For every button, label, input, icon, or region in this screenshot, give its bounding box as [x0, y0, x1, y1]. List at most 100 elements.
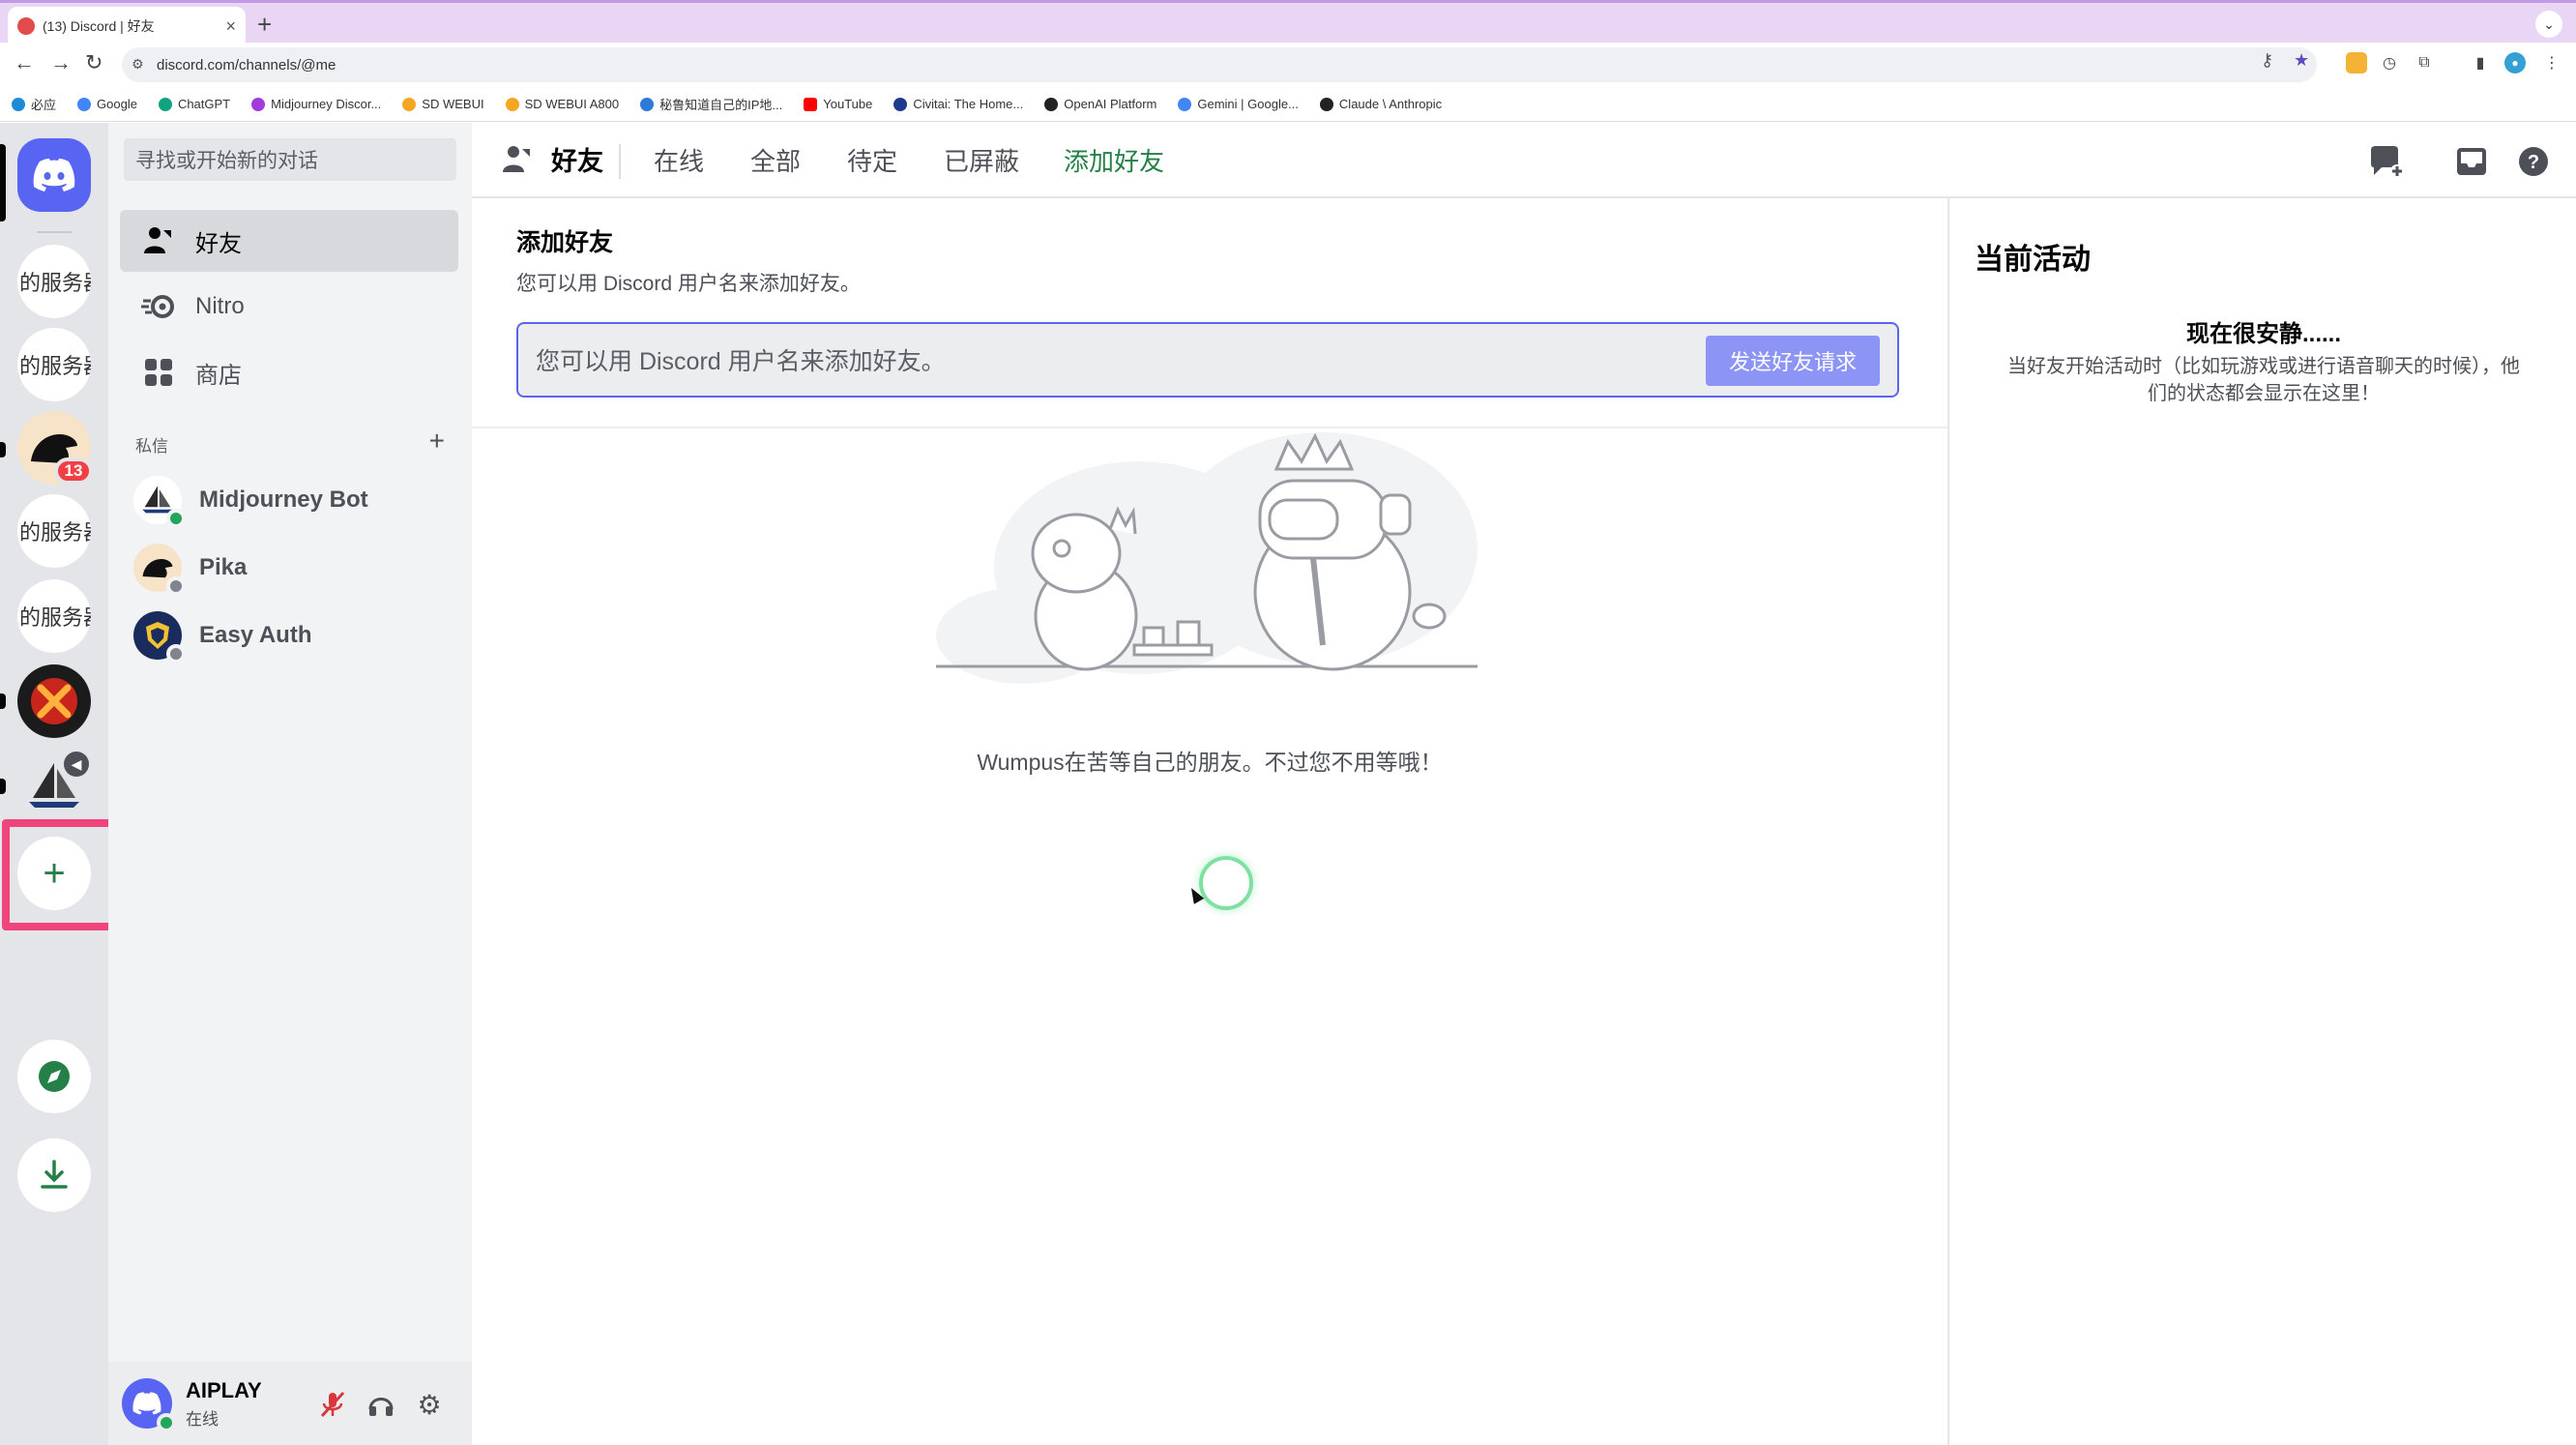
bookmark-item[interactable]: Midjourney Discor...: [251, 97, 381, 111]
tab-search-icon[interactable]: ⌄: [2535, 11, 2562, 38]
user-info[interactable]: AIPLAY 在线: [186, 1378, 262, 1430]
sidebar-item-label: 商店: [195, 362, 242, 389]
new-tab-button[interactable]: +: [257, 11, 272, 38]
download-apps-button[interactable]: [17, 1138, 91, 1212]
tab-add-friend[interactable]: 添加好友: [1064, 142, 1164, 178]
reload-icon[interactable]: ↻: [85, 50, 102, 75]
sidebar-item-friends[interactable]: 好友: [120, 210, 458, 272]
explore-servers-button[interactable]: [17, 1040, 91, 1113]
active-now-empty-description: 当好友开始活动时（比如玩游戏或进行语音聊天的时候），他们的状态都会显示在这里！: [2007, 356, 2520, 404]
profile-avatar-icon[interactable]: ●: [2504, 52, 2526, 74]
friends-main: 好友 在线 全部 待定 已屏蔽 添加好友 ? 添加好友 您可以用 Discord…: [472, 123, 2576, 1445]
sidebar-item-shop[interactable]: 商店: [120, 341, 458, 403]
fire-x-icon: [31, 678, 77, 724]
extension-icon[interactable]: [2346, 52, 2367, 74]
server-label: 的服务器: [19, 605, 91, 630]
back-icon[interactable]: ←: [14, 50, 35, 75]
server-icon[interactable]: 的服务器: [17, 245, 91, 318]
server-icon[interactable]: 的服务器: [17, 579, 91, 653]
discord-logo-icon: [33, 159, 75, 192]
dm-user-name: Midjourney Bot: [199, 487, 368, 513]
browser-tab[interactable]: (13) Discord | 好友 ×: [8, 7, 246, 45]
bookmark-item[interactable]: ChatGPT: [158, 97, 230, 111]
bookmark-label: 秘鲁知道自己的IP地...: [659, 98, 783, 112]
dm-section-label: 私信: [135, 437, 168, 456]
mute-microphone-button[interactable]: [315, 1387, 350, 1422]
tab-title: (13) Discord | 好友: [43, 18, 155, 34]
create-dm-button[interactable]: +: [429, 428, 445, 457]
online-status-icon: [157, 1413, 176, 1432]
site-info-icon[interactable]: ⚙: [132, 56, 144, 73]
bookmark-item[interactable]: OpenAI Platform: [1044, 97, 1156, 111]
bookmark-item[interactable]: Civitai: The Home...: [893, 97, 1023, 111]
browser-toolbar: ← → ↻ ⚙ discord.com/channels/@me ⚷ ★ ◷ ⧉…: [0, 43, 2576, 87]
bookmark-item[interactable]: 秘鲁知道自己的IP地...: [640, 95, 782, 113]
bookmark-icon: [1178, 97, 1192, 111]
bookmark-label: Midjourney Discor...: [271, 97, 382, 111]
direct-messages-button[interactable]: [17, 138, 91, 212]
svg-text:?: ?: [2528, 152, 2539, 173]
dm-section-header: 私信 +: [135, 428, 445, 457]
online-status-icon: [166, 509, 186, 528]
bookmark-icon: [77, 97, 92, 111]
forward-icon[interactable]: →: [50, 50, 72, 75]
send-friend-request-button[interactable]: 发送好友请求: [1706, 336, 1880, 386]
mic-muted-icon: [320, 1391, 345, 1418]
bookmark-item[interactable]: YouTube: [804, 97, 872, 111]
page-title-label: 好友: [551, 147, 603, 176]
new-group-dm-icon: [2371, 146, 2404, 178]
tab-online[interactable]: 在线: [654, 142, 704, 178]
shop-icon: [139, 357, 178, 388]
discord-app: 的服务器 的服务器 13 的服务器 的服务器: [0, 123, 2576, 1445]
dm-user-item[interactable]: Easy Auth: [120, 603, 458, 668]
bookmark-icon: [640, 97, 655, 111]
deafen-button[interactable]: [364, 1387, 398, 1422]
dm-user-item[interactable]: Midjourney Bot: [120, 467, 458, 533]
bookmark-item[interactable]: Gemini | Google...: [1178, 97, 1299, 111]
wumpus-waiting-illustration: [936, 432, 1478, 684]
tab-pending[interactable]: 待定: [847, 142, 897, 178]
extensions-puzzle-icon[interactable]: ⧉: [2414, 52, 2435, 74]
help-button[interactable]: ?: [2514, 142, 2553, 181]
unread-pill: [0, 442, 6, 457]
sidebar-item-nitro[interactable]: Nitro: [120, 276, 458, 338]
close-tab-icon[interactable]: ×: [225, 16, 236, 37]
user-settings-button[interactable]: ⚙: [412, 1387, 447, 1422]
bookmark-label: Google: [97, 97, 137, 111]
inbox-button[interactable]: [2452, 142, 2491, 181]
password-key-icon[interactable]: ⚷: [2261, 50, 2273, 71]
game-server-icon[interactable]: [17, 664, 91, 738]
dm-search-input[interactable]: 寻找或开始新的对话: [124, 138, 456, 181]
history-icon[interactable]: ◷: [2379, 52, 2400, 74]
url-text: discord.com/channels/@me: [157, 56, 337, 74]
tab-blocked[interactable]: 已屏蔽: [944, 142, 1019, 178]
bookmark-label: 必应: [31, 98, 57, 112]
speaker-icon: ◀: [64, 752, 89, 777]
bookmark-icon: [158, 97, 172, 111]
bookmark-item[interactable]: SD WEBUI A800: [505, 97, 619, 111]
bookmark-item[interactable]: 必应: [12, 95, 56, 113]
server-label: 的服务器: [19, 271, 91, 295]
active-now-title: 当前活动: [1975, 244, 2091, 276]
username: AIPLAY: [186, 1377, 262, 1402]
tab-all[interactable]: 全部: [750, 142, 801, 178]
server-icon[interactable]: 的服务器: [17, 494, 91, 568]
sidepanel-icon[interactable]: ▮: [2470, 52, 2491, 74]
server-icon[interactable]: 的服务器: [17, 328, 91, 401]
username-input[interactable]: [536, 345, 1638, 378]
new-group-dm-button[interactable]: [2367, 142, 2406, 181]
bookmark-icon: [251, 97, 266, 111]
user-avatar[interactable]: [122, 1378, 176, 1432]
bookmark-icon: [12, 97, 25, 111]
bookmark-item[interactable]: Google: [77, 97, 137, 111]
dm-user-item[interactable]: Pika: [120, 535, 458, 601]
bookmark-item[interactable]: SD WEBUI: [402, 97, 484, 111]
bookmark-star-icon[interactable]: ★: [2294, 50, 2309, 71]
avatar: [133, 476, 186, 528]
address-bar[interactable]: ⚙ discord.com/channels/@me: [122, 47, 2317, 82]
screen: (13) Discord | 好友 × + ⌄ ← → ↻ ⚙ discord.…: [0, 0, 2576, 1445]
browser-menu-icon[interactable]: ⋮: [2541, 52, 2562, 74]
bookmark-item[interactable]: Claude \ Anthropic: [1319, 97, 1442, 111]
unread-pill: [0, 779, 6, 794]
selected-pill: [0, 144, 6, 221]
